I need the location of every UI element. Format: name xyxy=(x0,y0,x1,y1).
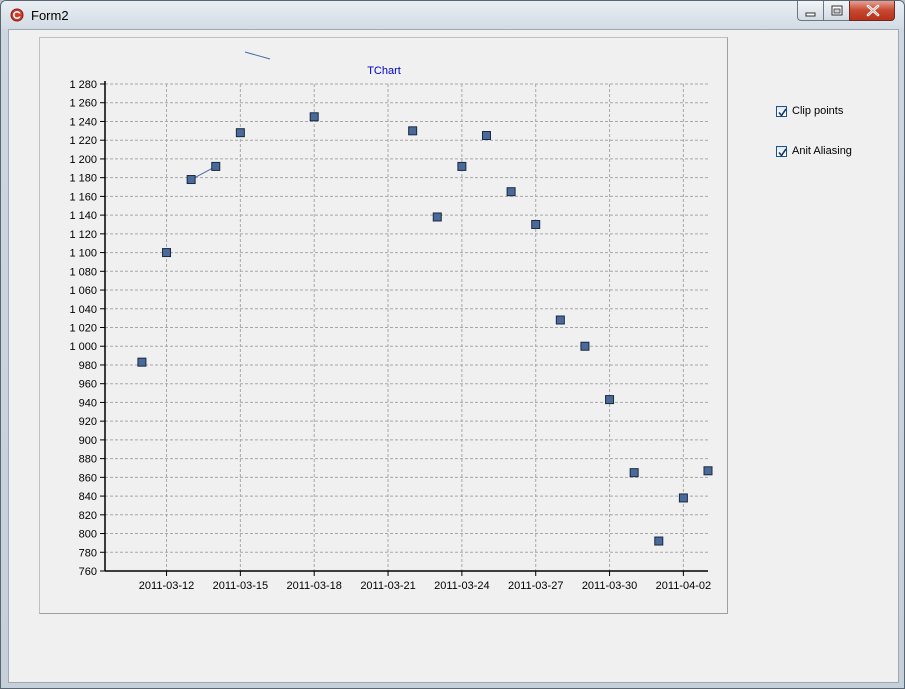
data-point[interactable] xyxy=(481,131,491,141)
y-tick-label: 1 140 xyxy=(69,210,97,222)
y-tick-label: 1 220 xyxy=(69,135,97,147)
checkmark-icon xyxy=(778,108,787,117)
data-point[interactable] xyxy=(162,248,172,258)
x-tick-label: 2011-03-18 xyxy=(286,580,341,592)
y-tick-label: 1 200 xyxy=(69,154,97,166)
checkmark-icon xyxy=(778,148,787,157)
anti-aliasing-checkbox[interactable]: Anit Aliasing xyxy=(776,143,852,159)
y-tick-label: 760 xyxy=(79,566,97,578)
y-tick-label: 1 280 xyxy=(69,79,97,91)
grid-lines xyxy=(105,83,708,571)
y-tick-label: 1 240 xyxy=(69,116,97,128)
y-tick-label: 800 xyxy=(79,529,97,541)
y-tick-label: 980 xyxy=(79,360,97,372)
data-point[interactable] xyxy=(309,112,319,122)
y-tick-label: 820 xyxy=(79,510,97,522)
chart-title: TChart xyxy=(367,65,401,77)
data-point[interactable] xyxy=(137,357,147,367)
data-point[interactable] xyxy=(605,395,615,405)
clip-points-box[interactable] xyxy=(776,105,787,117)
x-tick-label: 2011-03-21 xyxy=(360,580,415,592)
data-point[interactable] xyxy=(408,126,418,136)
data-point[interactable] xyxy=(186,175,196,185)
clip-points-checkbox[interactable]: Clip points xyxy=(776,103,843,119)
x-tick-label: 2011-03-12 xyxy=(139,580,194,592)
data-point[interactable] xyxy=(432,212,442,222)
data-point[interactable] xyxy=(235,128,245,138)
y-tick-label: 840 xyxy=(79,491,97,503)
y-tick-label: 1 040 xyxy=(69,304,97,316)
x-tick-label: 2011-03-30 xyxy=(582,580,637,592)
anti-aliasing-label: Anit Aliasing xyxy=(792,145,852,157)
y-tick-label: 1 100 xyxy=(69,248,97,260)
y-axis-ticks: 760 780 800 820 840 860 880 900 920 940 960 980 1 00… xyxy=(69,79,105,578)
data-point[interactable] xyxy=(555,315,565,325)
x-tick-label: 2011-03-27 xyxy=(508,580,563,592)
y-tick-label: 880 xyxy=(79,454,97,466)
x-tick-label: 2011-03-15 xyxy=(213,580,268,592)
y-tick-label: 1 160 xyxy=(69,191,97,203)
data-points xyxy=(137,51,713,546)
data-point[interactable] xyxy=(506,187,516,197)
scatter-chart[interactable]: 760 780 800 820 840 860 880 900 920 940 960 980 1 00… xyxy=(0,0,905,689)
data-point[interactable] xyxy=(531,219,541,229)
data-point[interactable] xyxy=(457,161,467,171)
data-point[interactable] xyxy=(703,466,713,476)
y-tick-label: 780 xyxy=(79,547,97,559)
data-point[interactable] xyxy=(678,493,688,503)
data-point[interactable] xyxy=(580,341,590,351)
y-tick-label: 920 xyxy=(79,416,97,428)
y-tick-label: 1 000 xyxy=(69,341,97,353)
y-tick-label: 1 060 xyxy=(69,285,97,297)
y-tick-label: 940 xyxy=(79,397,97,409)
y-tick-label: 1 120 xyxy=(69,229,97,241)
y-tick-label: 860 xyxy=(79,472,97,484)
y-tick-label: 900 xyxy=(79,435,97,447)
y-tick-label: 960 xyxy=(79,379,97,391)
data-point[interactable] xyxy=(654,536,664,546)
x-axis-ticks: 2011-03-12 2011-03-15 2011-03-18 2011-03-21… xyxy=(139,571,711,592)
y-tick-label: 1 260 xyxy=(69,98,97,110)
data-point[interactable] xyxy=(629,468,639,478)
clip-points-label: Clip points xyxy=(792,105,844,117)
stray-line-artifact xyxy=(244,51,271,60)
axes xyxy=(104,81,708,572)
data-point[interactable] xyxy=(211,161,221,171)
y-tick-label: 1 080 xyxy=(69,266,97,278)
x-tick-label: 2011-04-02 xyxy=(656,580,711,592)
x-tick-label: 2011-03-24 xyxy=(434,580,489,592)
y-tick-label: 1 180 xyxy=(69,173,97,185)
y-tick-label: 1 020 xyxy=(69,323,97,335)
anti-aliasing-box[interactable] xyxy=(776,145,787,157)
